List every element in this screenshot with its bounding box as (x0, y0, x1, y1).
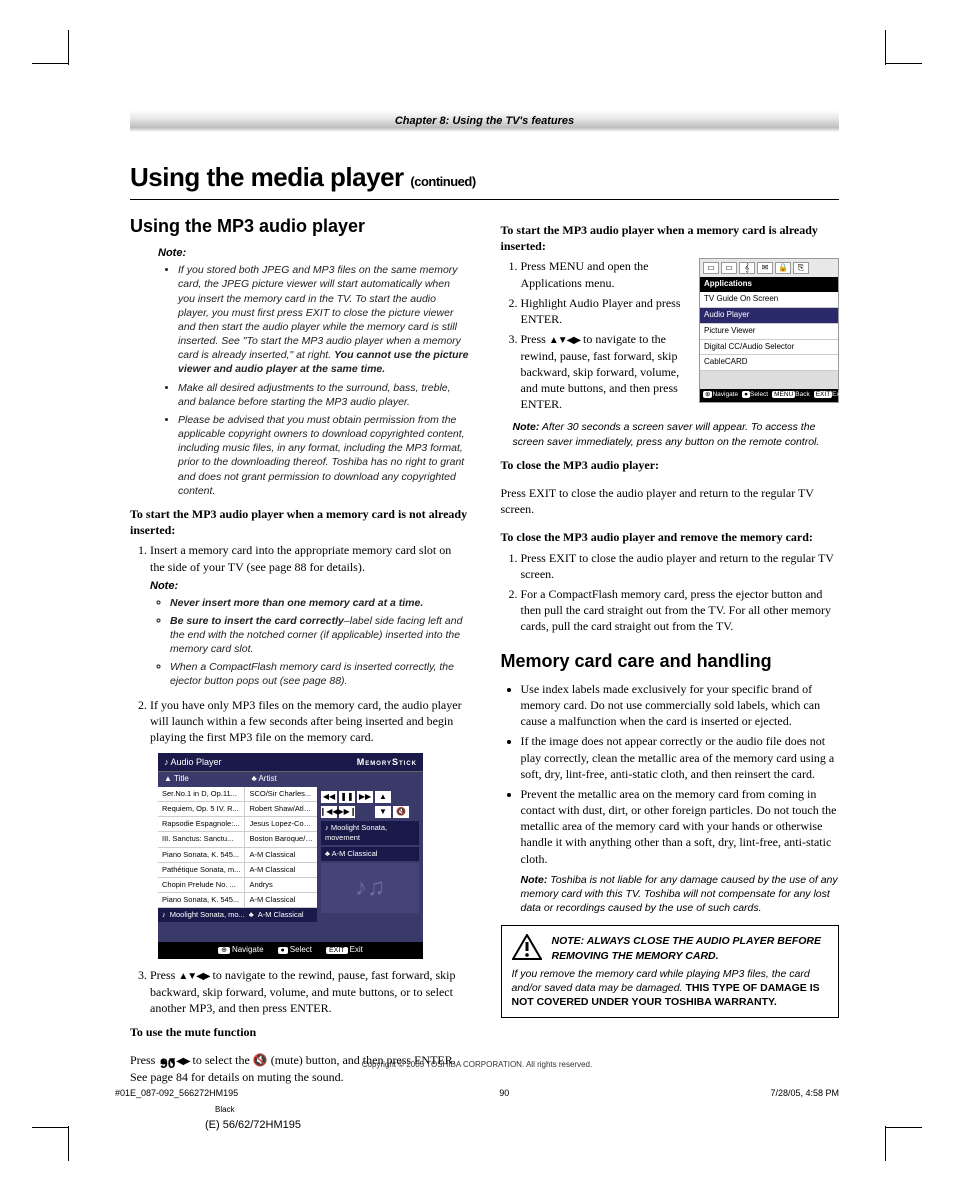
sub-note: Never insert more than one memory card a… (170, 596, 469, 610)
section-title: Using the media player (continued) (130, 160, 839, 195)
mute-icon: 🔇 (393, 806, 409, 818)
warning-icon (512, 934, 542, 960)
procedure-heading: To close the MP3 audio player and remove… (501, 529, 840, 545)
warning-box: NOTE: ALWAYS CLOSE THE AUDIO PLAYER BEFO… (501, 925, 840, 1018)
col-artist: ♣ Artist (245, 772, 317, 787)
step: Press EXIT to close the audio player and… (521, 550, 840, 582)
track-title: Chopin Prelude No. ... (158, 878, 245, 892)
applications-menu-figure: ▭ ▭ 𝄞 ✉ 🔒 ⎘ Applications TV Guide On Scr… (699, 258, 839, 403)
track-artist: SCO/Sir Charles... (245, 787, 317, 801)
chapter-header: Chapter 8: Using the TV's features (130, 110, 839, 132)
tab-icon: ⎘ (793, 262, 809, 274)
sub-note: Be sure to insert the card correctly–lab… (170, 614, 469, 657)
pause-icon: ❚❚ (339, 791, 355, 803)
procedure-heading: To use the mute function (130, 1024, 469, 1040)
app-menu-header: Applications (700, 277, 838, 292)
color-plate-label: Black (215, 1105, 235, 1116)
sub-note: When a CompactFlash memory card is inser… (170, 660, 469, 688)
app-item-selected: Audio Player (700, 308, 838, 324)
footer-page: 90 (499, 1087, 509, 1099)
track-title: Piano Sonata, K. 545... (158, 848, 245, 862)
app-item: TV Guide On Screen (700, 292, 838, 308)
now-track-tag: ♪ Moolight Sonata, movement (321, 821, 419, 845)
procedure-heading: To start the MP3 audio player when a mem… (501, 222, 840, 254)
section-title-text: Using the media player (130, 162, 404, 192)
section-title-continued: (continued) (410, 174, 475, 189)
now-artist-tag: ♣ A-M Classical (321, 847, 419, 861)
tab-icon: 𝄞 (739, 262, 755, 274)
vol-down-icon: ▼ (375, 806, 391, 818)
warning-body: If you remove the memory card while play… (512, 967, 829, 1010)
now-playing: ♪Moolight Sonata, mo...♣A-M Classical (158, 908, 317, 922)
step: For a CompactFlash memory card, press th… (521, 586, 840, 635)
track-artist: A-M Classical (245, 848, 317, 862)
inline-note: Note: Toshiba is not liable for any dama… (521, 873, 840, 916)
track-artist: A-M Classical (245, 863, 317, 877)
track-title: Requiem, Op. 5 IV. R... (158, 802, 245, 816)
track-title: Pathétique Sonata, m... (158, 863, 245, 877)
track-artist: A-M Classical (245, 893, 317, 907)
tab-icon: 🔒 (775, 262, 791, 274)
note-label: Note: (150, 579, 469, 594)
bullet: Prevent the metallic area on the memory … (521, 786, 840, 915)
tab-icon: ▭ (721, 262, 737, 274)
track-artist: Boston Baroque/M... (245, 832, 317, 846)
skip-fwd-icon: ▶▶❙ (339, 806, 355, 818)
vol-up-icon: ▲ (375, 791, 391, 803)
note-text: If you stored both JPEG and MP3 files on… (178, 264, 461, 361)
inline-note: Note: After 30 seconds a screen saver wi… (513, 420, 840, 448)
track-title: III. Sanctus: Sanctu... (158, 832, 245, 846)
track-artist: Robert Shaw/Atla... (245, 802, 317, 816)
memory-card-heading: Memory card care and handling (501, 649, 840, 673)
app-item: CableCARD (700, 355, 838, 371)
app-item: Digital CC/Audio Selector (700, 340, 838, 356)
step: Insert a memory card into the appropriat… (150, 542, 469, 688)
skip-back-icon: ❙◀◀ (321, 806, 337, 818)
mp3-player-heading: Using the MP3 audio player (130, 214, 469, 238)
app-footer: ⊕Navigate ●Select MENUBack EXITExit (700, 389, 838, 402)
album-art-placeholder: ♪♫ (321, 863, 419, 913)
bullet: If the image does not appear correctly o… (521, 733, 840, 782)
step-text: Press (150, 968, 178, 982)
rewind-icon: ◀◀ (321, 791, 337, 803)
note-label: Note: (158, 246, 469, 261)
bullet: Use index labels made exclusively for yo… (521, 681, 840, 730)
player-title: ♪ Audio Player (164, 756, 222, 768)
section-rule (130, 199, 839, 200)
memory-stick-label: MemoryStick (357, 756, 417, 768)
procedure-heading: To close the MP3 audio player: (501, 457, 840, 473)
model-label: (E) 56/62/72HM195 (205, 1118, 301, 1133)
step: Press ▲▼◀▶ to navigate to the rewind, pa… (150, 967, 469, 1016)
arrow-icons: ▲▼◀▶ (178, 971, 209, 982)
body-text: Press EXIT to close the audio player and… (501, 485, 840, 517)
arrow-icons: ▲▼◀▶ (549, 335, 580, 346)
tab-icon: ▭ (703, 262, 719, 274)
player-title-text: Audio Player (171, 757, 222, 767)
footer-meta: #01E_087-092_566272HM195 90 7/28/05, 4:5… (115, 1087, 839, 1099)
footer-date: 7/28/05, 4:58 PM (770, 1087, 839, 1099)
track-artist: Jesus Lopez-Cobo... (245, 817, 317, 831)
audio-player-figure: ♪ Audio Player MemoryStick ▲ Title ♣ Art… (158, 753, 423, 959)
step-text: Insert a memory card into the appropriat… (150, 543, 451, 573)
tab-icon: ✉ (757, 262, 773, 274)
track-artist: Andrys (245, 878, 317, 892)
player-footer: ⊕Navigate ●Select EXITExit (158, 942, 423, 959)
track-title: Piano Sonata, K. 545... (158, 893, 245, 907)
sub-note-emphasis: Be sure to insert the card correctly (170, 615, 344, 627)
ffwd-icon: ▶▶ (357, 791, 373, 803)
track-list: Ser.No.1 in D, Op.11...SCO/Sir Charles..… (158, 787, 317, 922)
note-item: Please be advised that you must obtain p… (178, 413, 469, 498)
app-item: Picture Viewer (700, 324, 838, 340)
copyright: Copyright © 2005 TOSHIBA CORPORATION. Al… (0, 1060, 954, 1071)
note-item: Make all desired adjustments to the surr… (178, 381, 469, 409)
footer-file: #01E_087-092_566272HM195 (115, 1087, 238, 1099)
note-item: If you stored both JPEG and MP3 files on… (178, 263, 469, 376)
track-title: Rapsodie Espagnole:... (158, 817, 245, 831)
warning-title: NOTE: ALWAYS CLOSE THE AUDIO PLAYER BEFO… (552, 934, 829, 962)
step: If you have only MP3 files on the memory… (150, 697, 469, 746)
col-title: ▲ Title (158, 772, 245, 787)
procedure-heading: To start the MP3 audio player when a mem… (130, 506, 469, 538)
track-title: Ser.No.1 in D, Op.11... (158, 787, 245, 801)
app-tabs: ▭ ▭ 𝄞 ✉ 🔒 ⎘ (700, 259, 838, 277)
